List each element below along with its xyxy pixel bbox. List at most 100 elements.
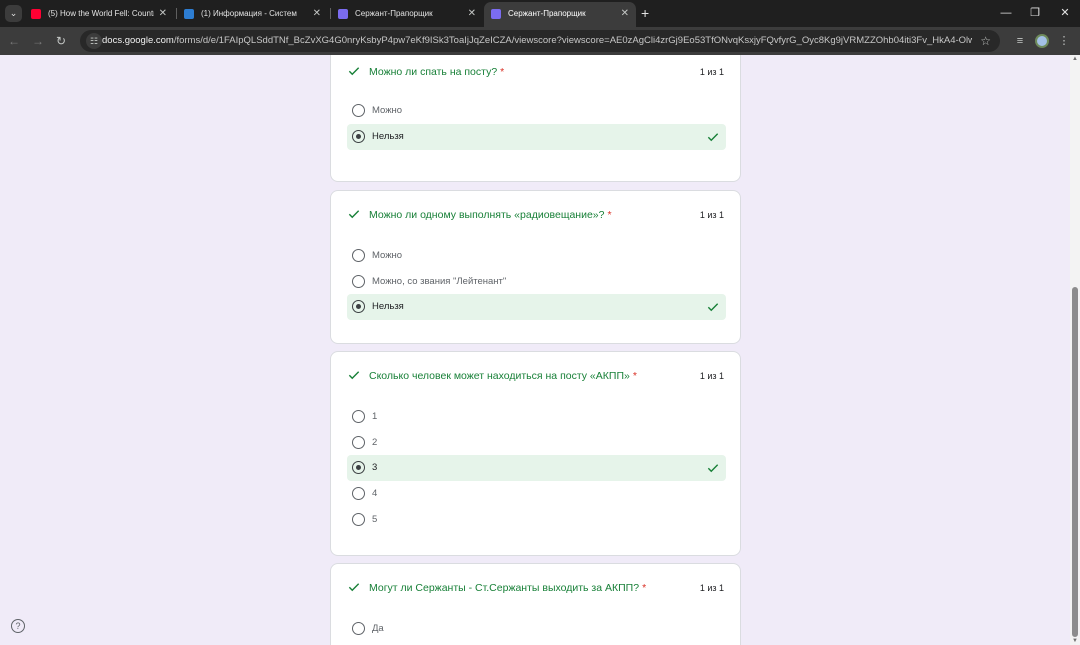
check-icon: [348, 583, 360, 592]
tab-forms-active[interactable]: Сержант-Прапорщик ✕: [484, 2, 636, 27]
scrollbar-thumb[interactable]: [1072, 287, 1078, 637]
close-icon[interactable]: ✕: [468, 2, 476, 25]
arrow-left-icon: ←: [8, 34, 20, 48]
check-icon: [707, 303, 719, 312]
question-text: Можно ли одному выполнять «радиовещание»…: [369, 209, 605, 221]
url-path: /forms/d/e/1FAIpQLSddTNf_BcZvXG4G0nryKsb…: [173, 35, 972, 46]
close-icon[interactable]: ✕: [159, 2, 167, 25]
arrow-right-icon: →: [32, 34, 44, 48]
question-score: 1 из 1: [699, 67, 724, 77]
url-text[interactable]: docs.google.com/forms/d/e/1FAIpQLSddTNf_…: [102, 30, 972, 52]
radio-button[interactable]: [352, 436, 365, 449]
radio-button[interactable]: [352, 410, 365, 423]
answer-option[interactable]: 2: [347, 430, 726, 456]
radio-button[interactable]: [352, 275, 365, 288]
answer-option[interactable]: 5: [347, 507, 726, 533]
question-score: 1 из 1: [699, 583, 724, 593]
site-icon: [184, 9, 194, 19]
option-label: 4: [372, 488, 378, 499]
check-icon: [707, 133, 719, 142]
answer-option[interactable]: Можно, со звания "Лейтенант": [347, 269, 726, 295]
question-text: Можно ли спать на посту?: [369, 66, 498, 78]
google-forms-icon: [491, 9, 501, 19]
question-score: 1 из 1: [699, 210, 724, 220]
tab-info[interactable]: (1) Информация - Система по ✕: [177, 2, 328, 27]
scroll-down-icon[interactable]: ▼: [1072, 638, 1078, 644]
tab-title: Сержант-Прапорщик: [355, 9, 433, 18]
browser-toolbar: ← → ↻ ☷ docs.google.com/forms/d/e/1FAIpQ…: [0, 27, 1080, 55]
new-tab-button[interactable]: +: [641, 5, 649, 21]
question-header: Могут ли Сержанты - Ст.Сержанты выходить…: [347, 581, 724, 597]
question-card: Могут ли Сержанты - Ст.Сержанты выходить…: [330, 563, 741, 645]
check-icon: [348, 67, 360, 76]
required-asterisk: *: [607, 209, 612, 221]
question-card: Можно ли спать на посту? * 1 из 1 Можно Н…: [330, 55, 741, 182]
option-label: Нельзя: [372, 131, 404, 142]
answer-option-correct[interactable]: Нельзя: [347, 294, 726, 320]
radio-button[interactable]: [352, 487, 365, 500]
question-card: Можно ли одному выполнять «радиовещание»…: [330, 190, 741, 344]
scroll-up-icon[interactable]: ▲: [1072, 56, 1078, 62]
profile-avatar[interactable]: [1035, 34, 1049, 48]
reload-button[interactable]: ↻: [53, 32, 69, 50]
option-label: Да: [372, 623, 384, 634]
tab-youtube[interactable]: (5) How the World Fell: Country ✕: [24, 2, 174, 27]
reload-icon: ↻: [55, 34, 67, 48]
question-header: Сколько человек может находиться на пост…: [347, 369, 724, 385]
address-bar[interactable]: ☷ docs.google.com/forms/d/e/1FAIpQLSddTN…: [80, 30, 1000, 52]
radio-button-selected[interactable]: [352, 461, 365, 474]
plus-icon: +: [641, 5, 650, 21]
page-scrollbar[interactable]: ▲ ▼: [1070, 55, 1080, 645]
close-icon[interactable]: ✕: [621, 2, 629, 25]
url-host: docs.google.com: [102, 35, 174, 46]
option-label: Нельзя: [372, 301, 404, 312]
tab-title: (5) How the World Fell: Country: [48, 9, 154, 18]
minimize-button[interactable]: —: [998, 4, 1014, 22]
google-forms-icon: [338, 9, 348, 19]
option-label: Можно: [372, 105, 403, 116]
question-text: Могут ли Сержанты - Ст.Сержанты выходить…: [369, 582, 640, 594]
answer-option-correct[interactable]: Нельзя: [347, 124, 726, 150]
answer-option[interactable]: Да: [347, 616, 726, 642]
check-icon: [348, 210, 360, 219]
answer-option[interactable]: Можно: [347, 98, 726, 124]
question-title: Можно ли одному выполнять «радиовещание»…: [369, 208, 612, 222]
radio-button[interactable]: [352, 513, 365, 526]
option-label: 2: [372, 437, 378, 448]
answer-option[interactable]: Можно: [347, 243, 726, 269]
tab-search-button[interactable]: ⌄: [5, 5, 22, 22]
help-icon[interactable]: ?: [11, 619, 25, 633]
question-card: Сколько человек может находиться на пост…: [330, 351, 741, 556]
question-header: Можно ли одному выполнять «радиовещание»…: [347, 208, 724, 224]
answer-option[interactable]: 1: [347, 404, 726, 430]
check-icon: [707, 464, 719, 473]
form-page: Можно ли спать на посту? * 1 из 1 Можно Н…: [0, 55, 1080, 645]
bookmark-star-icon[interactable]: ☆: [980, 30, 991, 52]
site-info-icon[interactable]: ☷: [86, 33, 102, 49]
window-close-button[interactable]: ✕: [1057, 4, 1073, 22]
forward-button[interactable]: →: [30, 32, 46, 50]
menu-icon[interactable]: ⋮: [1058, 32, 1070, 50]
option-label: Можно: [372, 250, 403, 261]
check-icon: [348, 371, 360, 380]
radio-button[interactable]: [352, 622, 365, 635]
tab-forms-1[interactable]: Сержант-Прапорщик ✕: [331, 2, 483, 27]
question-text: Сколько человек может находиться на пост…: [369, 370, 630, 382]
radio-button[interactable]: [352, 249, 365, 262]
question-score: 1 из 1: [699, 371, 724, 381]
required-asterisk: *: [642, 582, 647, 594]
required-asterisk: *: [632, 370, 637, 382]
radio-button-selected[interactable]: [352, 300, 365, 313]
reading-list-icon[interactable]: ≡: [1012, 32, 1028, 50]
radio-button-selected[interactable]: [352, 130, 365, 143]
close-icon[interactable]: ✕: [313, 2, 321, 25]
tab-title: Сержант-Прапорщик: [508, 9, 586, 18]
question-title: Можно ли спать на посту? *: [369, 65, 504, 79]
restore-button[interactable]: ❐: [1027, 4, 1043, 22]
answer-option-correct[interactable]: 3: [347, 455, 726, 481]
option-label: 5: [372, 514, 378, 525]
back-button[interactable]: ←: [6, 32, 22, 50]
radio-button[interactable]: [352, 104, 365, 117]
answer-option[interactable]: 4: [347, 481, 726, 507]
tab-strip: ⌄ (5) How the World Fell: Country ✕ (1) …: [0, 0, 1080, 27]
